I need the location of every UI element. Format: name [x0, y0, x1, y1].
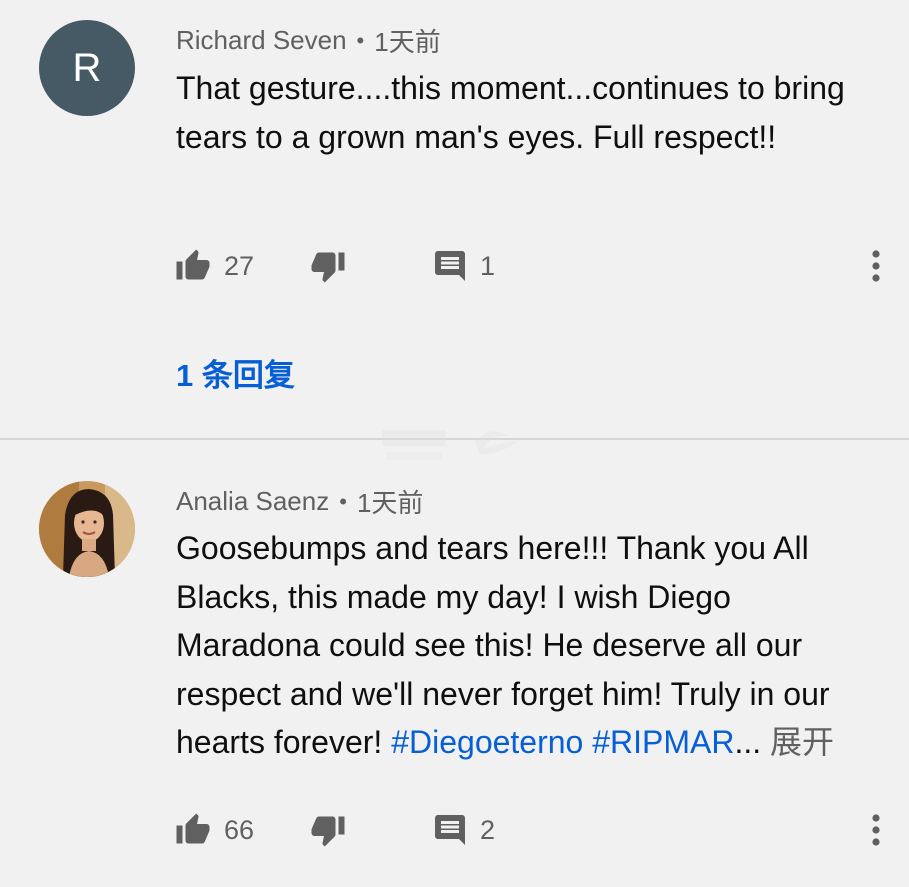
avatar[interactable]	[39, 481, 135, 577]
comment-actions: 66 2	[174, 810, 884, 850]
reply-count: 1	[480, 250, 496, 281]
reply-button[interactable]: 2	[432, 810, 495, 850]
more-options-button[interactable]	[868, 248, 884, 284]
comment-actions: 27 1	[174, 246, 884, 286]
comment-text: That gesture....this moment...continues …	[176, 70, 845, 155]
comment-time: 1天前	[356, 488, 424, 518]
expand-link[interactable]: 展开	[770, 724, 834, 760]
reply-button[interactable]: 1	[432, 246, 495, 286]
like-button[interactable]: 27	[174, 246, 254, 286]
like-button[interactable]: 66	[174, 810, 254, 850]
meta-separator: •	[339, 488, 347, 514]
dislike-button[interactable]	[309, 810, 347, 850]
avatar-photo	[39, 481, 135, 577]
meta-separator: •	[356, 27, 365, 53]
more-options-button[interactable]	[868, 812, 884, 848]
watermark-logo	[380, 422, 530, 466]
more-vert-icon	[872, 814, 880, 846]
thumbs-down-icon	[311, 816, 345, 847]
avatar[interactable]: R	[39, 20, 135, 116]
more-vert-icon	[872, 250, 880, 282]
comment-time: 1天前	[374, 27, 441, 57]
like-count: 66	[224, 814, 255, 845]
reply-count: 2	[480, 814, 496, 845]
comment-meta: Richard Seven • 1天前	[176, 22, 441, 59]
comment-author[interactable]: Richard Seven	[176, 25, 347, 56]
view-replies-link[interactable]: 1 条回复	[176, 350, 295, 395]
comment-text: Goosebumps and tears here!!! Thank you A…	[176, 524, 876, 767]
comment-icon	[435, 251, 465, 281]
comment-author[interactable]: Analia Saenz	[176, 486, 329, 517]
dislike-button[interactable]	[309, 246, 347, 286]
thumbs-down-icon	[311, 252, 345, 283]
comment-meta: Analia Saenz • 1天前	[176, 483, 423, 520]
like-count: 27	[224, 250, 255, 281]
thumbs-up-icon	[176, 249, 210, 280]
comment-icon	[435, 815, 465, 845]
avatar-letter: R	[72, 45, 102, 90]
hashtag-links[interactable]: #Diegoeterno #RIPMAR	[391, 724, 734, 760]
text-ellipsis: ...	[734, 724, 762, 760]
thumbs-up-icon	[176, 813, 210, 844]
